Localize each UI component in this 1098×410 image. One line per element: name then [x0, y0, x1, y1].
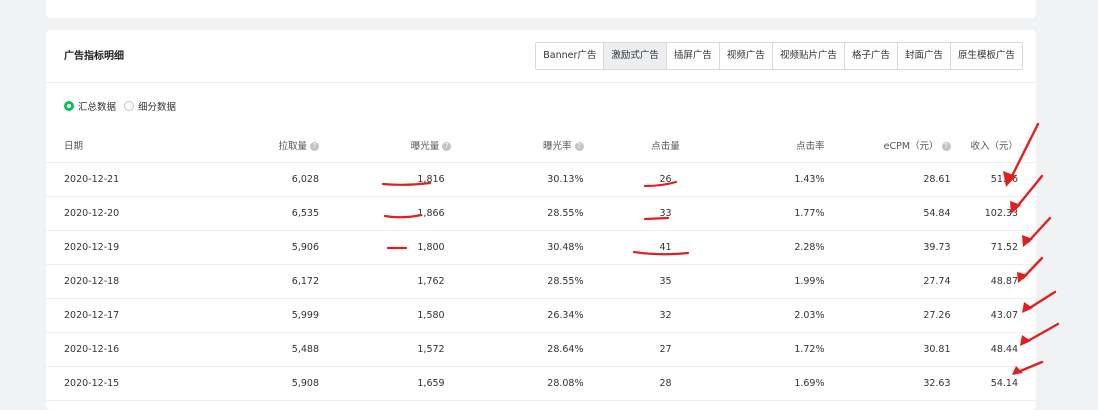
cell-ecpm: 27.74	[825, 264, 952, 299]
cell-revenue: 51.96	[951, 162, 1036, 197]
divider	[46, 82, 1036, 83]
data-mode-radio-group: 汇总数据 细分数据	[64, 99, 184, 113]
cell-pulls: 5,999	[185, 298, 320, 333]
radio-detail[interactable]: 细分数据	[124, 99, 176, 113]
help-icon[interactable]: ?	[310, 142, 319, 151]
cell-ctr: 1.69%	[746, 366, 826, 401]
radio-unchecked-icon	[124, 101, 135, 111]
cell-ctr: 1.72%	[746, 332, 826, 367]
cell-clicks: 27	[584, 332, 747, 367]
cell-exposure: 1,800	[320, 230, 542, 265]
cell-ctr: 1.43%	[746, 162, 826, 197]
header-ecpm: eCPM（元）?	[825, 128, 952, 163]
radio-summary[interactable]: 汇总数据	[64, 99, 116, 113]
cell-exposure: 1,659	[320, 366, 542, 401]
header-date: 日期	[46, 128, 185, 163]
cell-exposure: 1,816	[320, 162, 542, 197]
table-row: 2020-12-19 5,906 1,800 30.48% 41 2.28% 3…	[46, 230, 1036, 265]
cell-exposure: 1,866	[320, 196, 542, 231]
cell-exposure: 1,762	[320, 264, 542, 299]
cell-date: 2020-12-16	[46, 332, 185, 367]
cell-ctr: 2.03%	[746, 298, 826, 333]
cell-exposure: 1,572	[320, 332, 542, 367]
cell-clicks: 35	[584, 264, 747, 299]
ad-metrics-card: 广告指标明细 Banner广告 激励式广告 插屏广告 视频广告 视频贴片广告 格…	[46, 30, 1036, 410]
cell-clicks: 32	[584, 298, 747, 333]
cell-date: 2020-12-17	[46, 298, 185, 333]
tab-video-patch[interactable]: 视频贴片广告	[771, 43, 844, 69]
tab-interstitial[interactable]: 插屏广告	[665, 43, 719, 69]
cell-ecpm: 54.84	[825, 196, 952, 231]
table-row: 2020-12-21 6,028 1,816 30.13% 26 1.43% 2…	[46, 162, 1036, 197]
ad-type-tabs: Banner广告 激励式广告 插屏广告 视频广告 视频贴片广告 格子广告 封面广…	[535, 42, 1023, 70]
cell-revenue: 43.07	[951, 298, 1036, 333]
cell-exposure-rate: 30.48%	[542, 230, 585, 265]
table-header-row: 日期 拉取量? 曝光量? 曝光率? 点击量 点击率 eCPM（元）? 收入（元）	[46, 128, 1036, 163]
cell-clicks: 28	[584, 366, 747, 401]
cell-date: 2020-12-19	[46, 230, 185, 265]
cell-revenue: 48.87	[951, 264, 1036, 299]
cell-ecpm: 32.63	[825, 366, 952, 401]
tab-grid[interactable]: 格子广告	[843, 43, 897, 69]
table-row: 2020-12-16 5,488 1,572 28.64% 27 1.72% 3…	[46, 332, 1036, 367]
cell-exposure-rate: 26.34%	[542, 298, 585, 333]
cell-ecpm: 30.81	[825, 332, 952, 367]
cell-clicks: 33	[584, 196, 747, 231]
card-title: 广告指标明细	[64, 51, 124, 62]
cell-ctr: 1.99%	[746, 264, 826, 299]
table-row: 2020-12-18 6,172 1,762 28.55% 35 1.99% 2…	[46, 264, 1036, 299]
table-row: 2020-12-17 5,999 1,580 26.34% 32 2.03% 2…	[46, 298, 1036, 333]
header-exposure: 曝光量?	[320, 128, 542, 163]
cell-ctr: 1.77%	[746, 196, 826, 231]
radio-checked-icon	[64, 101, 74, 111]
header-revenue: 收入（元）	[951, 128, 1036, 163]
cell-exposure-rate: 28.55%	[542, 196, 585, 231]
ad-metrics-table: 日期 拉取量? 曝光量? 曝光率? 点击量 点击率 eCPM（元）? 收入（元）…	[46, 128, 1036, 401]
cell-revenue: 54.14	[951, 366, 1036, 401]
cell-pulls: 6,028	[185, 162, 320, 197]
cell-clicks: 41	[584, 230, 747, 265]
help-icon[interactable]: ?	[941, 142, 951, 151]
cell-pulls: 5,906	[185, 230, 320, 265]
tab-rewarded[interactable]: 激励式广告	[603, 43, 666, 69]
cell-pulls: 6,535	[185, 196, 320, 231]
cell-pulls: 5,908	[185, 366, 320, 401]
tab-video[interactable]: 视频广告	[718, 43, 772, 69]
cell-clicks: 26	[584, 162, 747, 197]
header-exposure-rate: 曝光率?	[542, 128, 585, 163]
cell-ecpm: 39.73	[825, 230, 952, 265]
header-ctr: 点击率	[746, 128, 826, 163]
table-row: 2020-12-15 5,908 1,659 28.08% 28 1.69% 3…	[46, 366, 1036, 401]
cell-revenue: 48.44	[951, 332, 1036, 367]
cell-exposure-rate: 28.55%	[542, 264, 585, 299]
cell-revenue: 71.52	[951, 230, 1036, 265]
cell-revenue: 102.33	[951, 196, 1036, 231]
tab-banner[interactable]: Banner广告	[536, 43, 603, 69]
cell-ctr: 2.28%	[746, 230, 826, 265]
cell-ecpm: 28.61	[825, 162, 952, 197]
cell-date: 2020-12-15	[46, 366, 185, 401]
tab-native-template[interactable]: 原生模板广告	[949, 43, 1022, 69]
cell-exposure: 1,580	[320, 298, 542, 333]
previous-card	[46, 0, 1036, 18]
cell-date: 2020-12-18	[46, 264, 185, 299]
cell-pulls: 6,172	[185, 264, 320, 299]
help-icon[interactable]: ?	[574, 142, 584, 151]
tab-cover[interactable]: 封面广告	[896, 43, 950, 69]
header-pulls: 拉取量?	[185, 128, 320, 163]
cell-date: 2020-12-21	[46, 162, 185, 197]
cell-pulls: 5,488	[185, 332, 320, 367]
cell-exposure-rate: 30.13%	[542, 162, 585, 197]
table-row: 2020-12-20 6,535 1,866 28.55% 33 1.77% 5…	[46, 196, 1036, 231]
cell-exposure-rate: 28.64%	[542, 332, 585, 367]
cell-exposure-rate: 28.08%	[542, 366, 585, 401]
cell-ecpm: 27.26	[825, 298, 952, 333]
header-clicks: 点击量	[584, 128, 747, 163]
help-icon[interactable]: ?	[442, 142, 452, 151]
cell-date: 2020-12-20	[46, 196, 185, 231]
radio-summary-label: 汇总数据	[78, 102, 117, 113]
radio-detail-label: 细分数据	[138, 102, 177, 113]
